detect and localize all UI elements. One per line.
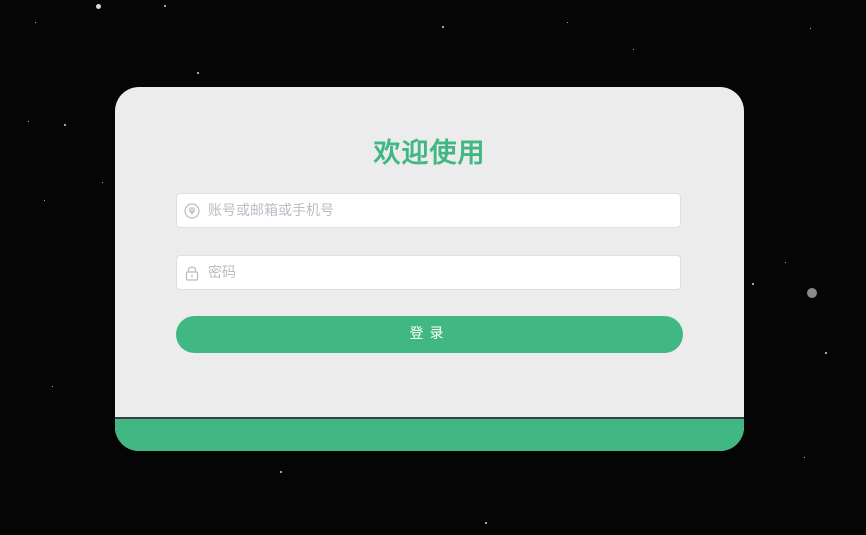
star (96, 4, 101, 9)
star (825, 352, 827, 354)
star (804, 457, 805, 458)
star (64, 124, 66, 126)
password-input[interactable] (208, 256, 668, 289)
lock-icon (185, 266, 199, 281)
star (44, 200, 45, 201)
page-title: 欢迎使用 (373, 138, 486, 169)
star (442, 26, 444, 28)
password-field-wrapper (176, 255, 681, 290)
star (785, 262, 786, 263)
star (197, 72, 199, 74)
star (102, 182, 103, 183)
star (567, 22, 568, 23)
login-button[interactable]: 登录 (176, 316, 683, 353)
login-card: 欢迎使用 登录 (115, 87, 744, 451)
star (485, 522, 487, 524)
star (52, 386, 53, 387)
star (633, 49, 634, 50)
star (28, 121, 29, 122)
user-icon (184, 203, 200, 219)
starfield-background: 欢迎使用 登录 (0, 0, 866, 535)
username-input[interactable] (208, 194, 668, 227)
star (35, 22, 36, 23)
star (810, 28, 811, 29)
card-footer-bar (115, 417, 744, 451)
star (752, 283, 754, 285)
star (807, 288, 817, 298)
username-field-wrapper (176, 193, 681, 228)
star (164, 5, 166, 7)
star (280, 471, 282, 473)
